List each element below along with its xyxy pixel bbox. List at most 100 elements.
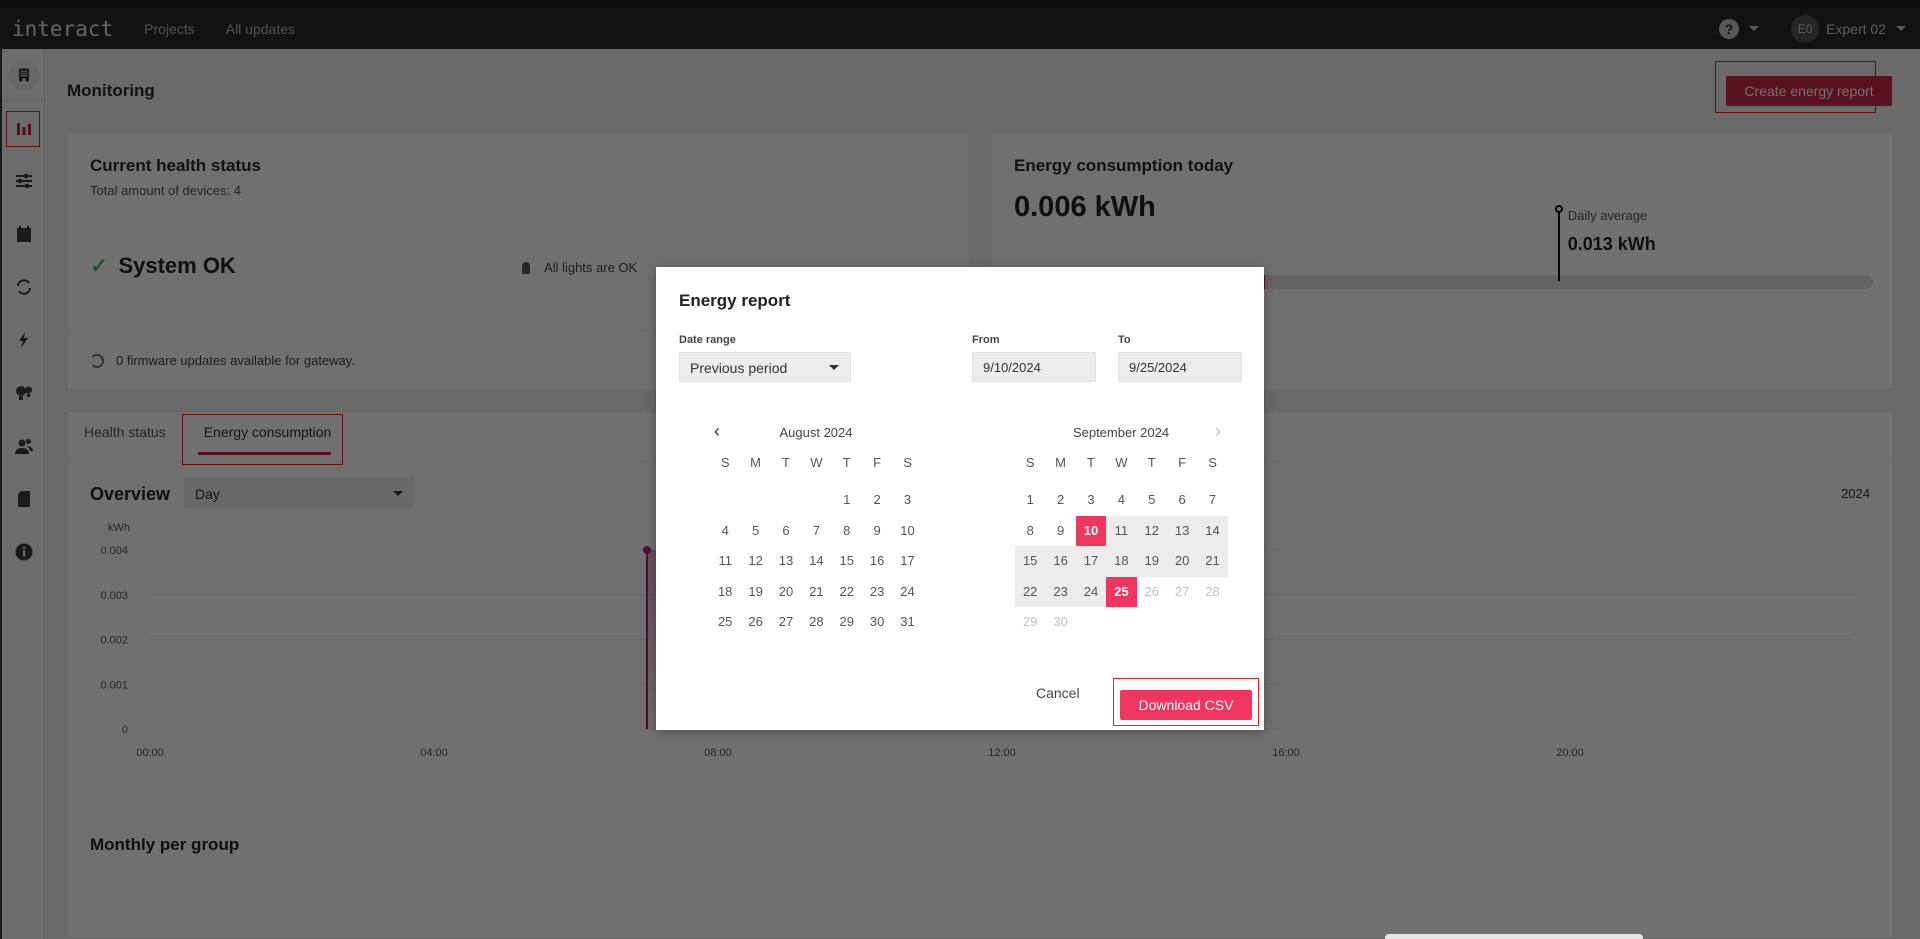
calendar-day[interactable]: 1 [832,485,862,516]
calendar-day[interactable]: 15 [1015,546,1046,577]
calendar-day[interactable]: 16 [862,546,892,577]
calendar-day[interactable]: 15 [832,546,862,577]
calendar-month-title: August 2024 [779,425,853,440]
calendar-day-selected[interactable]: 25 [1106,576,1137,607]
weekday-label: T [842,455,851,470]
calendar-day[interactable]: 7 [801,516,831,547]
calendar-day[interactable]: 29 [832,607,862,638]
calendar-grid: S M T W T F S 1 2 3 4 5 6 7 8 9 10 11 12 13 14 15 16 17 18 19 20 21… [1015,455,1228,638]
calendar-day[interactable]: 7 [1197,485,1227,516]
calendar-day[interactable]: 30 [862,607,892,638]
to-label: To [1118,334,1131,346]
from-label: From [972,334,1000,346]
next-month-chevron-right-icon[interactable]: › [1215,422,1221,440]
weekday-label: T [1087,455,1095,470]
calendar-day[interactable]: 18 [710,577,740,608]
calendar-september: September 2024 › S M T W T F S 1 2 3 4 5 6 7 8 9 10 11 12 1… [1015,422,1228,638]
calendar-grid: S M T W T F S 1 2 3 4 5 6 7 8 9 10 11 12 13 14 15 16 17 18 19 20 21… [710,455,922,638]
calendar-day[interactable]: 20 [771,577,801,608]
calendar-day[interactable]: 10 [892,516,922,547]
calendar-day[interactable]: 28 [801,607,831,638]
weekday-label: W [1115,455,1128,470]
calendar-day[interactable]: 13 [1166,515,1198,546]
calendar-day[interactable]: 25 [710,607,740,638]
date-range-select[interactable]: Previous period [679,352,851,382]
calendar-day[interactable]: 13 [771,546,801,577]
calendar-day[interactable]: 31 [892,607,922,638]
weekday-label: T [782,455,790,470]
calendar-day[interactable]: 5 [1137,485,1167,516]
calendar-day[interactable]: 21 [801,577,831,608]
calendar-day[interactable]: 9 [862,516,892,547]
calendar-day-selected[interactable]: 10 [1075,515,1107,546]
calendar-day[interactable]: 14 [1197,515,1228,546]
calendar-month-title: September 2024 [1072,425,1170,440]
from-date-input[interactable] [972,352,1096,382]
calendar-empty-cell [710,485,740,516]
calendar-day[interactable]: 4 [1106,485,1136,516]
calendar-day[interactable]: 1 [1015,485,1045,516]
calendar-day: 28 [1205,583,1220,599]
calendar-day[interactable]: 12 [740,546,770,577]
weekday-label: W [810,455,823,470]
weekday-label: T [1147,455,1156,470]
weekday-label: F [1178,455,1187,470]
calendar-day: 26 [1144,583,1159,599]
calendar-day[interactable]: 2 [862,485,892,516]
chevron-down-icon [829,365,839,370]
weekday-label: M [1055,455,1066,470]
calendar-day[interactable]: 18 [1106,546,1137,577]
weekday-label: F [873,455,882,470]
calendar-day[interactable]: 16 [1045,546,1076,577]
calendar-day: 27 [1174,583,1190,599]
calendar-day[interactable]: 22 [1015,576,1046,607]
calendar-day[interactable]: 19 [740,577,770,608]
calendar-day[interactable]: 8 [1015,516,1045,547]
calendar-day[interactable]: 23 [862,577,892,608]
calendar-day[interactable]: 17 [1075,546,1107,577]
calendar-day[interactable]: 2 [1045,485,1075,516]
calendar-day[interactable]: 5 [740,516,770,547]
download-csv-button[interactable]: Download CSV [1120,690,1252,720]
energy-report-dialog: Energy report Date range Previous period… [656,267,1264,730]
calendar-day[interactable]: 24 [892,577,922,608]
calendar-day[interactable]: 26 [740,607,770,638]
calendar-day[interactable]: 12 [1136,515,1167,546]
calendar-day: 30 [1053,614,1068,629]
calendar-day[interactable]: 14 [801,546,831,577]
date-range-label: Date range [679,334,736,346]
cancel-button[interactable]: Cancel [1036,685,1080,701]
calendar-day[interactable]: 9 [1045,516,1075,547]
calendar-day[interactable]: 11 [1106,515,1137,546]
weekday-label: S [1208,455,1217,470]
calendar-empty-cell [740,485,770,516]
weekday-label: M [750,455,761,470]
dialog-title: Energy report [679,291,791,310]
calendar-day[interactable]: 24 [1075,576,1107,607]
previous-month-chevron-left-icon[interactable]: ‹ [714,422,720,440]
calendar-day[interactable]: 23 [1045,576,1076,607]
calendar-day[interactable]: 6 [771,516,801,547]
calendar-day[interactable]: 21 [1197,546,1228,577]
calendar-day: 29 [1022,614,1038,629]
calendar-day[interactable]: 3 [892,485,922,516]
calendar-empty-cell [771,485,801,516]
calendar-day[interactable]: 6 [1167,485,1197,516]
calendar-day[interactable]: 11 [710,546,740,577]
calendar-day[interactable]: 27 [771,607,801,638]
bottom-panel-handle [1385,934,1643,939]
calendar-august: ‹ August 2024 S M T W T F S 1 2 3 4 5 6 7 8 9 10 11 12 13 14… [710,422,922,638]
calendar-day[interactable]: 17 [892,546,922,577]
weekday-label: S [903,455,912,470]
calendar-day[interactable]: 19 [1136,546,1167,577]
calendar-day[interactable]: 22 [832,577,862,608]
calendar-day[interactable]: 3 [1076,485,1106,516]
date-range-value: Previous period [690,360,788,376]
calendar-day[interactable]: 4 [710,516,740,547]
to-date-input[interactable] [1118,352,1242,382]
weekday-label: S [1025,455,1035,470]
calendar-day[interactable]: 8 [832,516,862,547]
calendar-empty-cell [801,485,831,516]
calendar-day[interactable]: 20 [1166,546,1198,577]
weekday-label: S [720,455,730,470]
